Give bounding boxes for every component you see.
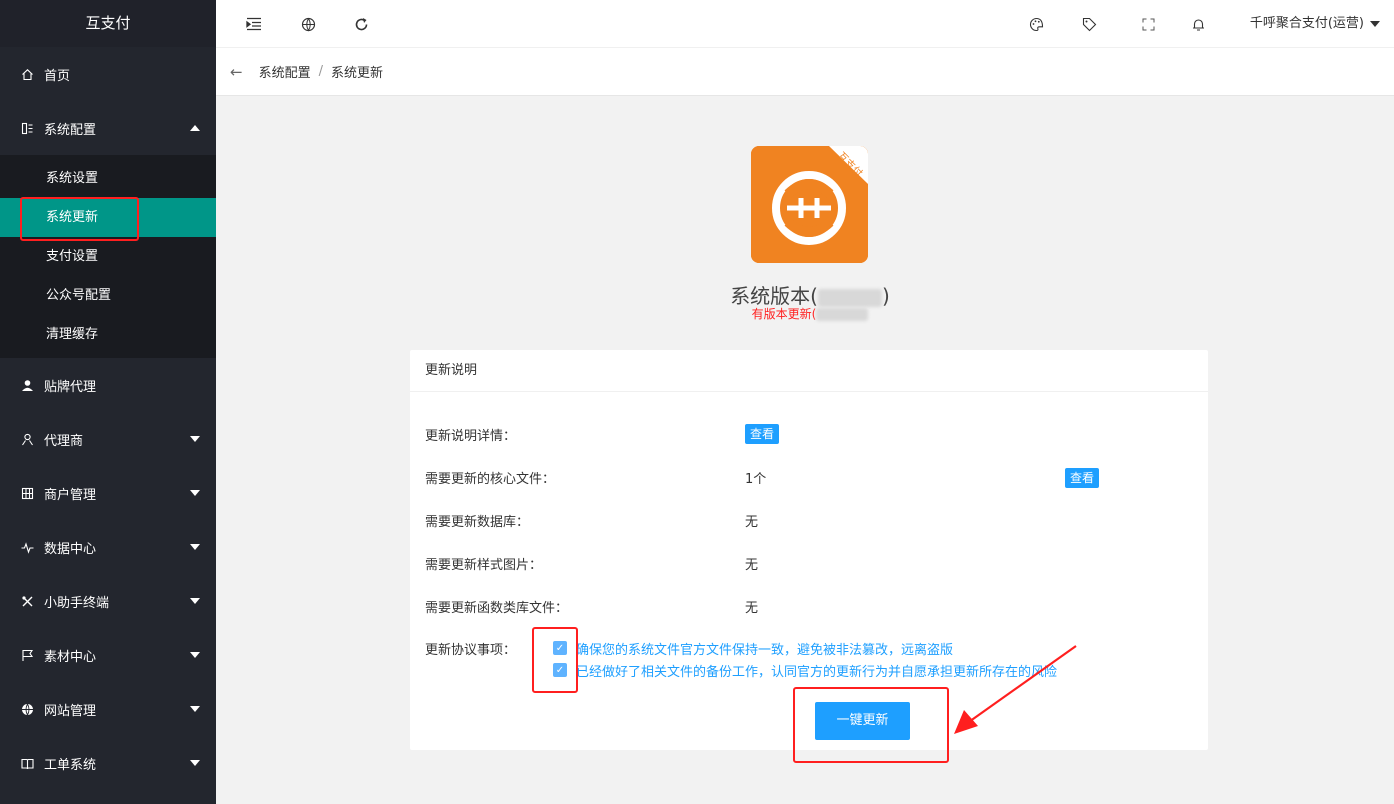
sidebar-item-label: 数据中心: [44, 541, 97, 557]
database-value: 无: [745, 515, 759, 530]
update-info-card: 更新说明 更新说明详情： 查看 需要更新的核心文件： 1个 查看 需要更新数据库…: [410, 350, 1208, 750]
user-icon: [20, 378, 34, 392]
sidebar-subitem-cache[interactable]: 清理缓存: [0, 315, 216, 354]
update-hint-text: 有版本更新(: [751, 307, 817, 321]
card-title: 更新说明: [410, 350, 1208, 392]
agree-checkbox-1[interactable]: ✓: [553, 641, 567, 655]
caret-down-icon: [190, 760, 200, 766]
sidebar-item-label: 首页: [44, 68, 71, 84]
back-arrow-icon[interactable]: ←: [230, 63, 243, 81]
refresh-icon[interactable]: [351, 14, 371, 34]
sidebar-item-label: 商户管理: [44, 487, 97, 503]
sidebar-item-website[interactable]: 网站管理: [0, 682, 216, 736]
caret-down-icon: [190, 544, 200, 550]
sidebar-item-merchants[interactable]: 商户管理: [0, 466, 216, 520]
library-files-label: 需要更新函数类库文件：: [425, 601, 569, 616]
breadcrumb-level-1[interactable]: 系统配置: [259, 62, 311, 81]
caret-down-icon: [190, 706, 200, 712]
caret-down-icon: [190, 490, 200, 496]
detail-label: 更新说明详情：: [425, 429, 517, 444]
globe-icon: [20, 702, 34, 716]
user-menu[interactable]: 千呼聚合支付(运营): [1250, 0, 1380, 48]
sidebar-item-label: 代理商: [44, 433, 84, 449]
sidebar-item-terminal[interactable]: 小助手终端: [0, 574, 216, 628]
theme-icon[interactable]: [1026, 14, 1046, 34]
config-icon: [20, 121, 34, 135]
version-redacted: [818, 288, 882, 307]
update-version-redacted: [816, 308, 869, 321]
sidebar-item-materials[interactable]: 素材中心: [0, 628, 216, 682]
caret-down-icon: [190, 652, 200, 658]
database-label: 需要更新数据库：: [425, 515, 530, 530]
app-logo-image: 互支付: [751, 146, 868, 263]
sidebar: 互支付 首页 系统配置 系统设置 系统更新 支付设置 公众号配置 清理缓存 贴牌…: [0, 0, 216, 804]
sidebar-item-oem-agent[interactable]: 贴牌代理: [0, 358, 216, 412]
view-core-files-button[interactable]: 查看: [1065, 468, 1100, 488]
sidebar-subitem-update[interactable]: 系统更新: [0, 198, 216, 237]
breadcrumb-level-2: 系统更新: [330, 66, 383, 81]
flag-icon: [20, 648, 34, 662]
sidebar-item-data[interactable]: 数据中心: [0, 520, 216, 574]
caret-down-icon: [190, 598, 200, 604]
tools-icon: [20, 594, 34, 608]
sidebar-submenu-system-config: 系统设置 系统更新 支付设置 公众号配置 清理缓存: [0, 155, 216, 358]
top-header: 千呼聚合支付(运营): [216, 0, 1394, 48]
core-files-label: 需要更新的核心文件：: [425, 472, 556, 487]
caret-down-icon: [1370, 21, 1380, 27]
sidebar-subitem-settings[interactable]: 系统设置: [0, 159, 216, 198]
tag-icon[interactable]: [1079, 14, 1099, 34]
grid-icon: [20, 486, 34, 500]
globe-icon[interactable]: [298, 14, 318, 34]
style-images-value: 无: [745, 558, 759, 573]
sidebar-item-label: 工单系统: [44, 757, 97, 773]
update-available-hint: 有版本更新(: [660, 305, 960, 322]
app-logo[interactable]: 互支付: [0, 0, 216, 47]
core-files-value: 1个: [745, 472, 767, 487]
ticket-icon: [20, 756, 34, 770]
sidebar-item-label: 贴牌代理: [44, 379, 97, 395]
person-icon: [20, 432, 34, 446]
user-name: 千呼聚合支付(运营): [1249, 16, 1364, 31]
view-detail-button[interactable]: 查看: [745, 424, 780, 444]
sidebar-subitem-payment[interactable]: 支付设置: [0, 237, 216, 276]
caret-up-icon: [190, 125, 200, 131]
breadcrumb-separator: /: [318, 64, 323, 79]
pulse-icon: [20, 540, 34, 554]
agreement-label: 更新协议事项：: [425, 643, 517, 658]
library-files-value: 无: [745, 601, 759, 616]
sidebar-item-agents[interactable]: 代理商: [0, 412, 216, 466]
sidebar-item-label: 网站管理: [44, 703, 97, 719]
sidebar-item-label: 素材中心: [44, 649, 97, 665]
bell-icon[interactable]: [1188, 14, 1208, 34]
style-images-label: 需要更新样式图片：: [425, 558, 543, 573]
fullscreen-icon[interactable]: [1138, 14, 1158, 34]
sidebar-subitem-wechat[interactable]: 公众号配置: [0, 276, 216, 315]
caret-down-icon: [190, 436, 200, 442]
sidebar-item-label: 系统配置: [44, 122, 97, 138]
one-click-update-button[interactable]: 一键更新: [815, 702, 910, 740]
agree-checkbox-2[interactable]: ✓: [553, 663, 567, 677]
sidebar-item-label: 小助手终端: [44, 595, 110, 611]
agree-text-1[interactable]: 确保您的系统文件官方文件保持一致，避免被非法篡改，远离盗版: [576, 639, 953, 658]
breadcrumb: ← 系统配置 / 系统更新: [216, 48, 1394, 96]
sidebar-item-home[interactable]: 首页: [0, 47, 216, 101]
home-icon: [20, 67, 34, 81]
menu-collapse-icon[interactable]: [244, 14, 264, 34]
sidebar-item-system-config[interactable]: 系统配置: [0, 101, 216, 155]
sidebar-item-tickets[interactable]: 工单系统: [0, 736, 216, 790]
annotation-arrow: [954, 645, 1077, 734]
